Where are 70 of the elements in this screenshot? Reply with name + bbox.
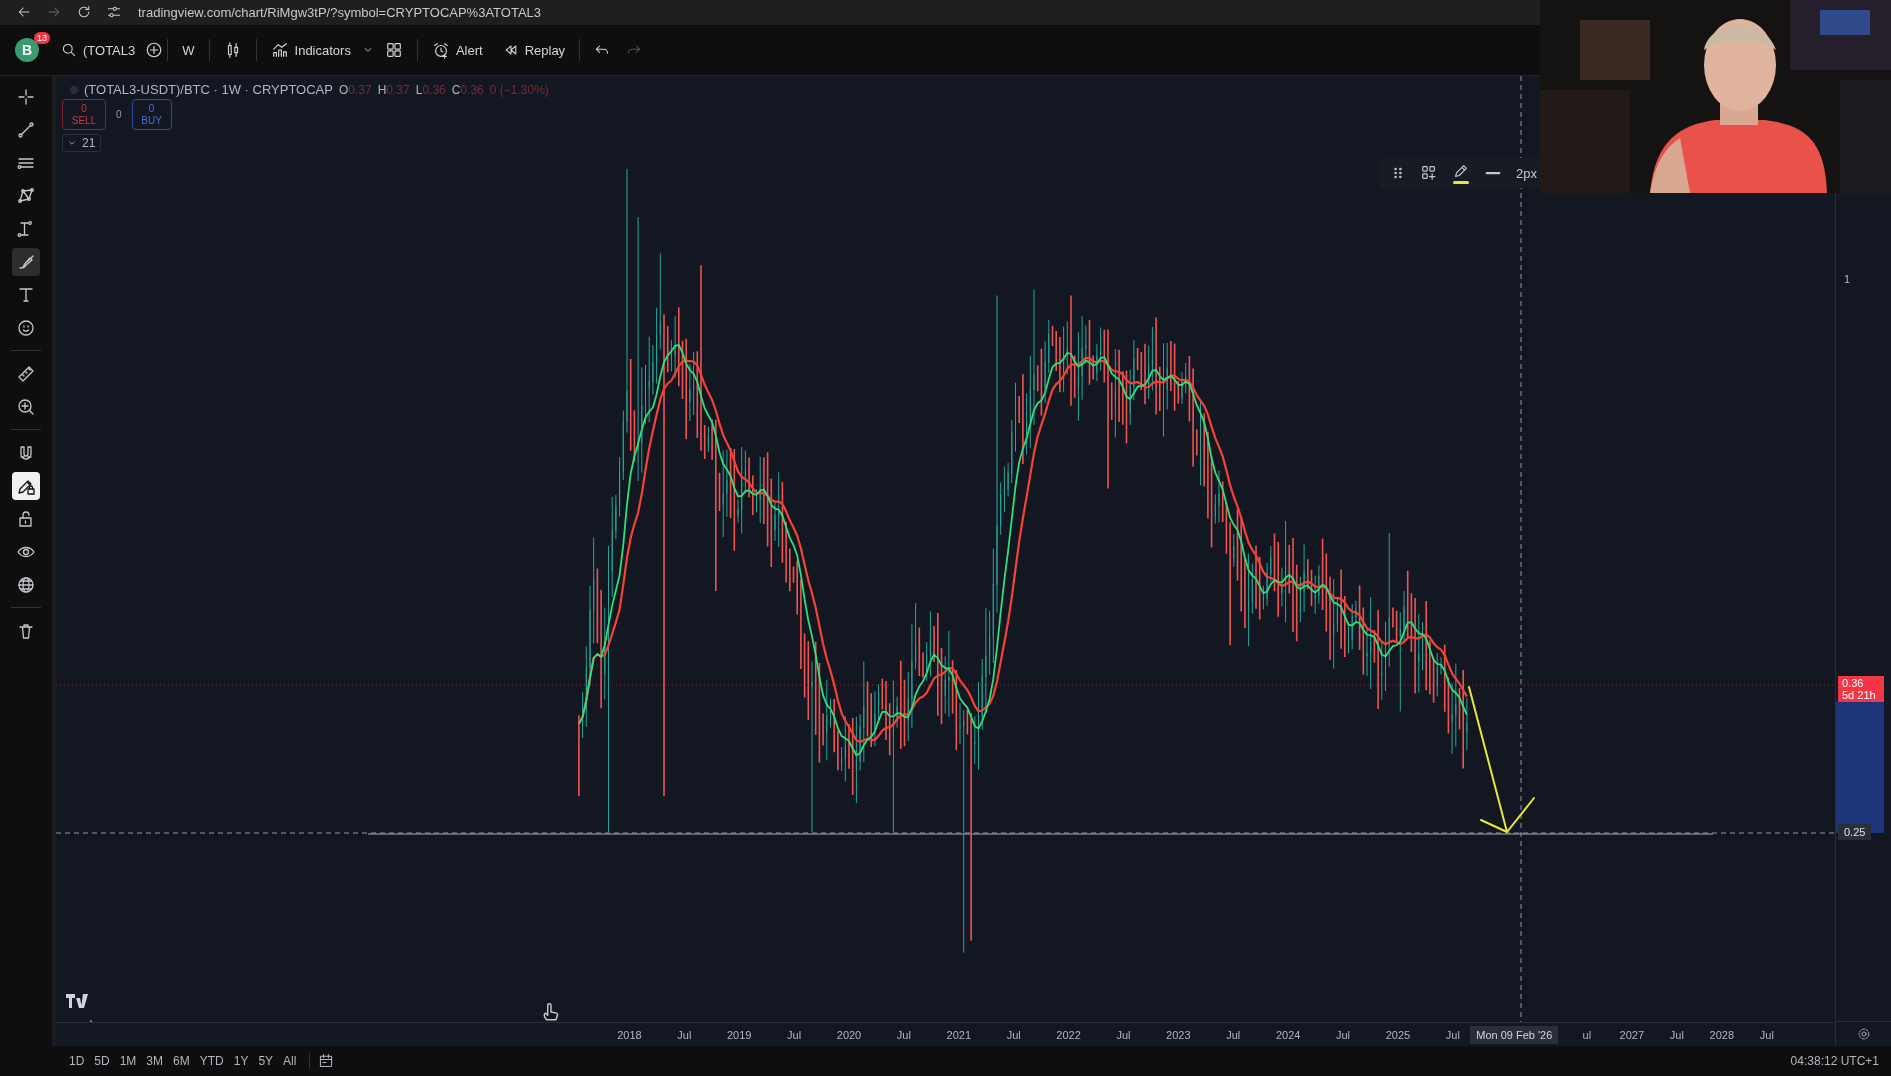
time-label: 2020 [835, 1028, 863, 1041]
globe-icon[interactable] [16, 574, 36, 595]
calendar-icon[interactable] [318, 1053, 335, 1070]
add-symbol-icon[interactable] [145, 41, 164, 59]
range-button[interactable]: 1D [64, 1051, 90, 1072]
time-label: 2023 [1165, 1028, 1192, 1041]
time-label: 2019 [726, 1028, 753, 1041]
time-label: Jul [895, 1028, 912, 1041]
time-label: 2018 [616, 1028, 643, 1041]
crosshair-date: Mon 09 Feb '26 [1470, 1025, 1559, 1044]
last-price: 0.36 [1842, 677, 1864, 690]
time-label: Jul [786, 1028, 803, 1041]
spread-value: 0 [116, 109, 122, 121]
time-label: 2027 [1618, 1028, 1646, 1041]
settings-icon[interactable] [1856, 1027, 1871, 1042]
alert-button[interactable]: Alert [425, 37, 489, 63]
zoom-icon[interactable] [16, 396, 36, 417]
time-label: Jul [1335, 1028, 1352, 1041]
layout-icon[interactable] [384, 41, 403, 59]
symbol-title[interactable]: (TOTAL3-USDT)/BTC · 1W · CRYPTOCAP [84, 82, 333, 98]
templates-icon[interactable] [1420, 164, 1438, 183]
time-label: ul [1581, 1028, 1593, 1041]
ohlc-value: H0.37 [377, 82, 410, 97]
range-button[interactable]: 3M [141, 1051, 169, 1072]
notification-badge: 13 [34, 32, 50, 44]
buy-button[interactable]: 0 BUY [131, 99, 172, 131]
ohlc-value: L0.36 [415, 82, 446, 97]
time-label: 2021 [945, 1028, 973, 1041]
range-button[interactable]: 5Y [253, 1051, 279, 1072]
time-label: 2025 [1384, 1028, 1412, 1041]
clock: 04:38:12 UTC+1 [1790, 1054, 1879, 1069]
time-label: Jul [1005, 1028, 1022, 1041]
time-label: Jul [1758, 1028, 1775, 1041]
replay-button[interactable]: Replay [496, 38, 572, 62]
time-label: Jul [676, 1028, 693, 1041]
price-change: 0 (−1.30%) [489, 82, 549, 97]
indicators-toggle[interactable]: 21 [62, 134, 102, 153]
time-label: Jul [1668, 1028, 1685, 1041]
range-button[interactable]: YTD [194, 1051, 229, 1072]
color-swatch[interactable] [1453, 181, 1469, 185]
search-icon [61, 42, 77, 58]
price-label: 1 [1844, 273, 1851, 286]
range-button[interactable]: 6M [168, 1051, 195, 1072]
time-label: 2028 [1708, 1028, 1736, 1041]
time-label: Jul [1225, 1028, 1242, 1041]
range-button[interactable]: 1Y [228, 1051, 254, 1072]
range-button[interactable]: 1M [114, 1051, 142, 1072]
sell-button[interactable]: 0 SELL [62, 99, 106, 131]
ohlc-value: C0.36 [451, 82, 484, 97]
range-button[interactable]: 5D [89, 1051, 115, 1072]
nodes-icon[interactable] [16, 185, 36, 206]
horizontal-line[interactable] [367, 833, 1714, 836]
time-label: Jul [1115, 1028, 1132, 1041]
symbol-search-button[interactable]: (TOTAL3 [55, 38, 142, 62]
time-label: 2024 [1274, 1028, 1302, 1041]
line-width[interactable]: 2px [1516, 165, 1537, 181]
bar-countdown: 5d 21h [1842, 689, 1876, 702]
trend-line-icon[interactable] [16, 119, 36, 140]
time-label: 2022 [1055, 1028, 1082, 1041]
crosshair-price: 0.25 [1838, 824, 1872, 841]
ohlc-value: O0.37 [338, 82, 372, 97]
arrow-drawing[interactable] [1468, 686, 1535, 834]
range-button[interactable]: All [278, 1051, 302, 1072]
address-bar[interactable]: tradingview.com/chart/RiMgw3tP/?symbol=CRYPTOCAP%3ATOTAL3 [138, 4, 542, 20]
alarm-clock-icon [431, 41, 450, 59]
indicators-icon [270, 41, 289, 59]
interval-button[interactable]: W [176, 38, 201, 62]
tradingview-logo-icon[interactable] [66, 994, 88, 1009]
emoji-icon[interactable] [16, 317, 36, 338]
indicators-button[interactable]: Indicators [264, 37, 357, 63]
